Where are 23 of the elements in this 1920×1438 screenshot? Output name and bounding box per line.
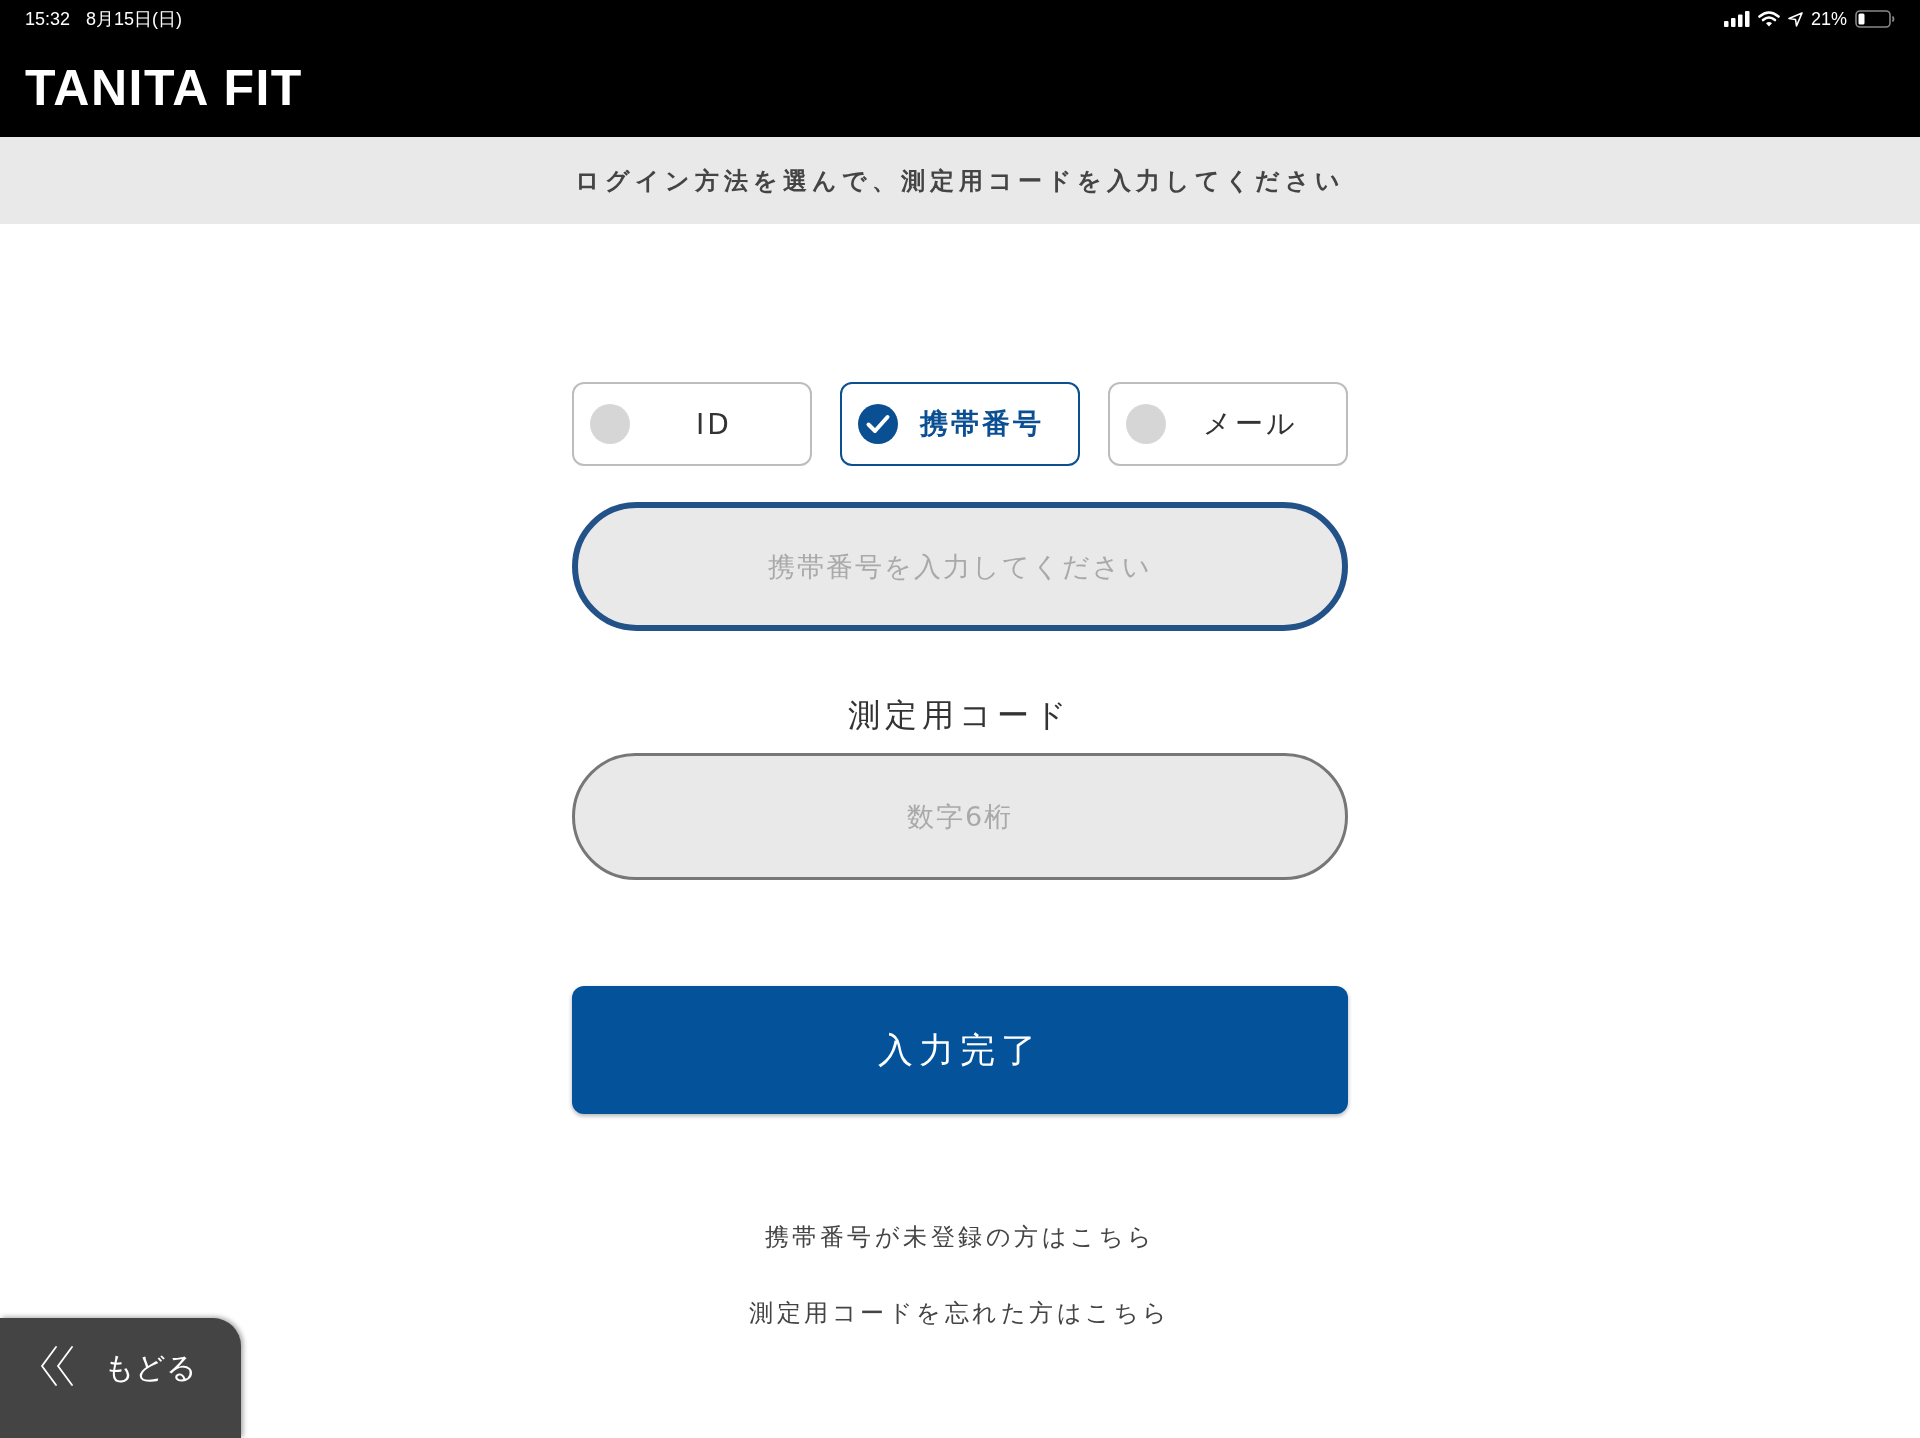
code-field[interactable]: 数字6桁 bbox=[572, 753, 1348, 880]
back-button[interactable]: もどる bbox=[0, 1318, 241, 1438]
radio-circle-icon bbox=[590, 404, 630, 444]
battery-icon bbox=[1855, 10, 1895, 28]
login-method-option[interactable]: ID bbox=[572, 382, 812, 466]
battery-percent: 21% bbox=[1810, 8, 1847, 30]
signal-icon bbox=[1723, 11, 1750, 27]
status-date: 8月15日(日) bbox=[86, 8, 183, 31]
login-method-option[interactable]: 携帯番号 bbox=[840, 382, 1080, 466]
status-time: 15:32 bbox=[25, 8, 71, 30]
help-link[interactable]: 携帯番号が未登録の方はこちら bbox=[764, 1219, 1156, 1255]
instruction-text: ログイン方法を選んで、測定用コードを入力してください bbox=[575, 165, 1345, 197]
wifi-icon bbox=[1757, 11, 1780, 27]
app-logo: TANITA FIT bbox=[25, 62, 303, 113]
login-method-option[interactable]: メール bbox=[1108, 382, 1348, 466]
location-arrow-icon bbox=[1787, 11, 1803, 27]
submit-button[interactable]: 入力完了 bbox=[572, 986, 1348, 1114]
checkmark-circle-icon bbox=[858, 404, 898, 444]
code-label: 測定用コード bbox=[848, 695, 1072, 736]
help-link[interactable]: 測定用コードを忘れた方はこちら bbox=[749, 1295, 1171, 1331]
double-chevron-left-icon bbox=[40, 1346, 74, 1386]
phone-number-field[interactable]: 携帯番号を入力してください bbox=[572, 502, 1348, 631]
radio-circle-icon bbox=[1126, 404, 1166, 444]
